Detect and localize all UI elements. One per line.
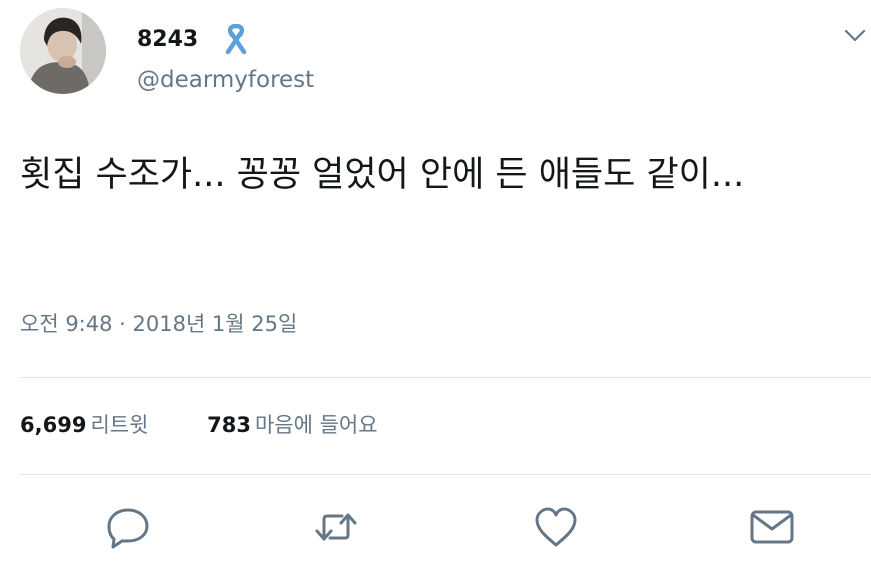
like-stat[interactable]: 783 마음에 들어요 [207,410,377,440]
like-label: 마음에 들어요 [254,413,378,437]
retweet-icon [315,513,357,541]
divider [20,377,871,378]
chevron-down-icon[interactable] [844,28,866,44]
avatar[interactable] [20,8,106,94]
ribbon-icon [225,23,247,55]
retweet-button[interactable] [312,505,360,549]
retweet-stat[interactable]: 6,699 리트윗 [20,410,148,440]
reply-button[interactable] [104,505,152,549]
user-handle[interactable]: @dearmyforest [137,66,314,94]
tweet-stats: 6,699 리트윗 783 마음에 들어요 [20,410,378,440]
divider [20,474,871,475]
message-icon [750,510,794,544]
tweet-text: 횟집 수조가... 꽁꽁 얼었어 안에 든 애들도 같이... [20,155,745,195]
like-icon [535,507,577,547]
message-button[interactable] [748,505,796,549]
like-button[interactable] [532,505,580,549]
avatar-image [20,8,106,94]
tweet-timestamp[interactable]: 오전 9:48 · 2018년 1월 25일 [20,310,297,338]
retweet-label: 리트윗 [90,413,149,437]
retweet-count: 6,699 [20,413,87,437]
like-count: 783 [207,413,251,437]
display-name[interactable]: 8243 [137,26,198,54]
reply-icon [107,508,149,549]
